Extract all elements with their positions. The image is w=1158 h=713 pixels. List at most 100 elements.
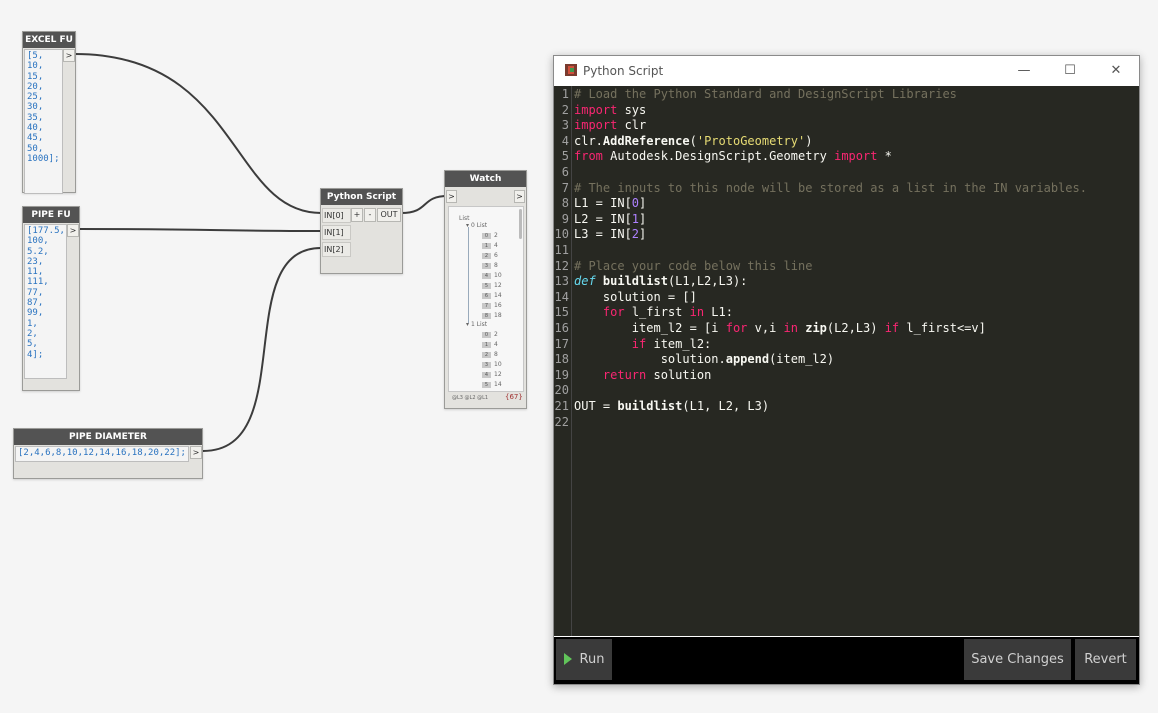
code-line-14[interactable]: solution = [] bbox=[574, 290, 697, 304]
watch-node[interactable]: Watch > > List ▾ 0 List 0 2 1 4 2 6 3 8 4 10 5 12 6 1… bbox=[444, 170, 527, 409]
watch-item: 14 bbox=[482, 341, 498, 348]
code-line-21[interactable]: OUT = buildlist(L1, L2, L3) bbox=[574, 399, 769, 413]
input-port-in0[interactable]: IN[0] bbox=[322, 208, 351, 223]
watch-item-value: 14 bbox=[494, 292, 502, 299]
watch-sublist-1[interactable]: ▾ 1 List bbox=[466, 321, 487, 328]
line-number-gutter: 1 2 3 4 5 6 7 8 9 10 11 12 13 14 15 16 17 18 19 20 21 22 bbox=[554, 86, 572, 636]
watch-item: 5 14 bbox=[482, 381, 502, 388]
watch-item-value: 8 bbox=[494, 262, 498, 269]
watch-sublist-0[interactable]: ▾ 0 List bbox=[466, 222, 487, 229]
title-bar[interactable]: Python Script — ☐ ✕ bbox=[554, 56, 1139, 86]
watch-output-port[interactable]: > bbox=[514, 190, 525, 203]
tree-guide bbox=[468, 227, 469, 323]
code-line-4[interactable]: clr.AddReference('ProtoGeometry') bbox=[574, 134, 812, 148]
code-line-16[interactable]: item_l2 = [i for v,i in zip(L2,L3) if l_… bbox=[574, 321, 986, 335]
watch-item-value: 4 bbox=[494, 341, 498, 348]
watch-item: 8 18 bbox=[482, 312, 502, 319]
line-number: 10 bbox=[554, 227, 569, 242]
pipe-fu-output-port[interactable]: > bbox=[67, 224, 79, 237]
pipe-diameter-code[interactable]: [2,4,6,8,10,12,14,16,18,20,22]; bbox=[15, 446, 189, 462]
code-line-5[interactable]: from Autodesk.DesignScript.Geometry impo… bbox=[574, 149, 892, 163]
code-line-13[interactable]: def buildlist(L1,L2,L3): bbox=[574, 274, 747, 288]
line-number: 22 bbox=[554, 414, 569, 429]
pipe-fu-title: PIPE FU bbox=[23, 207, 79, 223]
watch-item-index: 3 bbox=[482, 263, 491, 269]
watch-item-index: 2 bbox=[482, 253, 491, 259]
run-button[interactable]: Run bbox=[556, 639, 612, 680]
watch-item-value: 18 bbox=[494, 312, 502, 319]
code-line-18[interactable]: solution.append(item_l2) bbox=[574, 352, 834, 366]
code-line-15[interactable]: for l_first in L1: bbox=[574, 305, 733, 319]
watch-item-value: 12 bbox=[494, 282, 502, 289]
remove-input-button[interactable]: - bbox=[364, 208, 376, 222]
code-line-19[interactable]: return solution bbox=[574, 368, 711, 382]
code-line-17[interactable]: if item_l2: bbox=[574, 337, 711, 351]
line-number: 16 bbox=[554, 321, 569, 335]
watch-item: 5 12 bbox=[482, 282, 502, 289]
line-number: 12 bbox=[554, 258, 569, 273]
code-line-8[interactable]: L1 = IN[0] bbox=[574, 196, 646, 210]
watch-item-index: 7 bbox=[482, 303, 491, 309]
expand-icon[interactable]: ▾ bbox=[466, 321, 469, 328]
code-line-9[interactable]: L2 = IN[1] bbox=[574, 212, 646, 226]
close-button[interactable]: ✕ bbox=[1101, 61, 1131, 81]
code-line-3[interactable]: import clr bbox=[574, 118, 646, 132]
watch-input-port[interactable]: > bbox=[446, 190, 457, 203]
watch-item: 3 10 bbox=[482, 361, 502, 368]
line-number: 1 bbox=[561, 87, 569, 101]
wire-pipefu-to-in1 bbox=[78, 228, 322, 232]
line-number: 6 bbox=[561, 165, 569, 179]
watch-item-index: 5 bbox=[482, 283, 491, 289]
line-number: 13 bbox=[554, 274, 569, 289]
watch-item-index: 0 bbox=[482, 332, 491, 338]
watch-item-value: 14 bbox=[494, 381, 502, 388]
pipe-diameter-output-port[interactable]: > bbox=[190, 446, 202, 459]
line-number: 20 bbox=[554, 383, 569, 398]
expand-icon[interactable]: ▾ bbox=[466, 222, 469, 229]
code-line-12[interactable]: # Place your code below this line bbox=[574, 259, 812, 273]
watch-item-value: 16 bbox=[494, 302, 502, 309]
save-changes-button[interactable]: Save Changes bbox=[964, 639, 1071, 680]
watch-item-index: 2 bbox=[482, 352, 491, 358]
watch-item-value: 8 bbox=[494, 351, 498, 358]
watch-item: 02 bbox=[482, 232, 498, 239]
input-port-in2[interactable]: IN[2] bbox=[322, 242, 351, 257]
excel-fu-output-port[interactable]: > bbox=[63, 49, 75, 62]
input-port-in1[interactable]: IN[1] bbox=[322, 225, 351, 240]
watch-tree[interactable]: List ▾ 0 List 0 2 1 4 2 6 3 8 4 10 5 12 6 14 7 16 8 18 ▾ … bbox=[448, 206, 524, 392]
add-input-button[interactable]: + bbox=[351, 208, 363, 222]
watch-item: 6 14 bbox=[482, 292, 502, 299]
python-script-node[interactable]: Python Script IN[0] IN[1] IN[2] + - OUT bbox=[320, 188, 403, 274]
watch-scrollbar[interactable] bbox=[519, 209, 522, 239]
watch-item-index: 3 bbox=[482, 362, 491, 368]
maximize-button[interactable]: ☐ bbox=[1055, 61, 1085, 81]
wire-excel-to-in0 bbox=[74, 53, 322, 214]
excel-fu-code[interactable]: [5, 10, 15, 20, 25, 30, 35, 40, 45, 50, … bbox=[24, 49, 63, 194]
dynamo-logo-icon bbox=[565, 64, 577, 76]
watch-item: 28 bbox=[482, 351, 498, 358]
python-editor-window[interactable]: Python Script — ☐ ✕ 1 2 3 4 5 6 7 8 9 10 11 12 13 14 1… bbox=[553, 55, 1140, 685]
pipe-diameter-node[interactable]: PIPE DIAMETER [2,4,6,8,10,12,14,16,18,20… bbox=[13, 428, 203, 479]
code-line-10[interactable]: L3 = IN[2] bbox=[574, 227, 646, 241]
line-number: 3 bbox=[561, 118, 569, 133]
watch-item: 7 16 bbox=[482, 302, 502, 309]
watch-item: 4 10 bbox=[482, 272, 502, 279]
revert-button[interactable]: Revert bbox=[1075, 639, 1136, 680]
watch-levels: @L3 @L2 @L1 bbox=[452, 395, 489, 401]
excel-fu-node[interactable]: EXCEL FU [5, 10, 15, 20, 25, 30, 35, 40,… bbox=[22, 31, 76, 194]
pipe-fu-node[interactable]: PIPE FU [177.5, 100, 5.2, 23, 11, 111, 7… bbox=[22, 206, 80, 391]
code-line-2[interactable]: import sys bbox=[574, 103, 646, 117]
output-port-out[interactable]: OUT bbox=[377, 208, 401, 222]
editor-button-bar: Run Save Changes Revert bbox=[554, 637, 1139, 684]
watch-item-index: 0 bbox=[482, 233, 491, 239]
line-number: 8 bbox=[561, 196, 569, 211]
pipe-fu-code[interactable]: [177.5, 100, 5.2, 23, 11, 111, 77, 87, 9… bbox=[24, 224, 67, 379]
line-number: 19 bbox=[554, 367, 569, 382]
code-editor[interactable]: 1 2 3 4 5 6 7 8 9 10 11 12 13 14 15 16 17 18 19 20 21 22 # Lo… bbox=[554, 86, 1139, 636]
code-line-7[interactable]: # The inputs to this node will be stored… bbox=[574, 181, 1087, 195]
pipe-diameter-title: PIPE DIAMETER bbox=[14, 429, 202, 445]
code-line-1[interactable]: # Load the Python Standard and DesignScr… bbox=[574, 87, 957, 101]
watch-item: 26 bbox=[482, 252, 498, 259]
minimize-button[interactable]: — bbox=[1009, 61, 1039, 81]
line-number: 14 bbox=[554, 289, 569, 304]
